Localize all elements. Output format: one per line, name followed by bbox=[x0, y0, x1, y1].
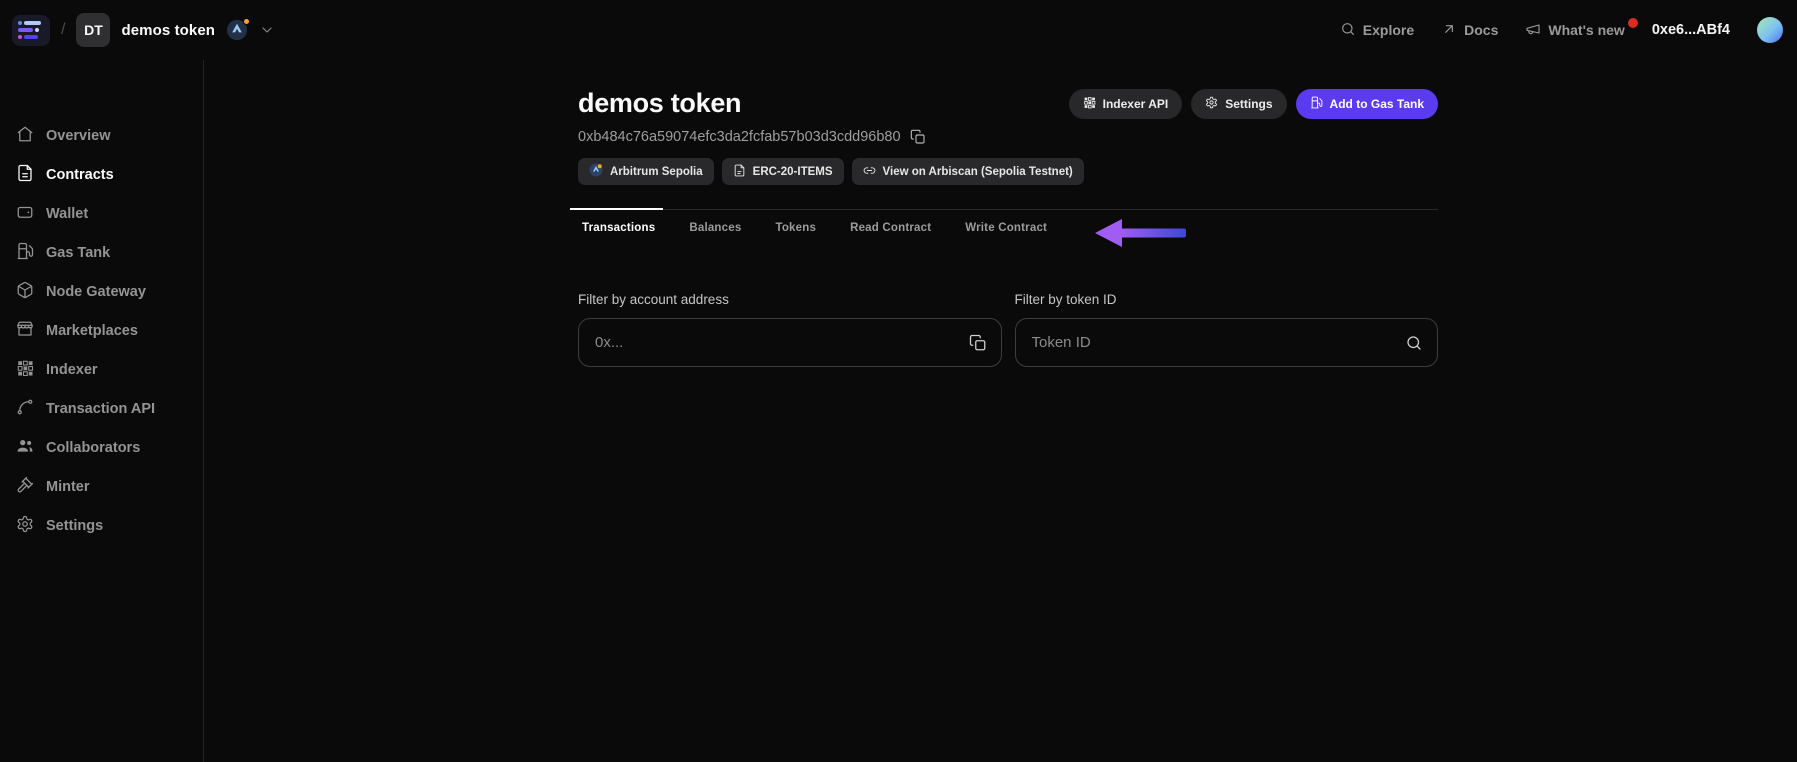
nav-whats-new-label: What's new bbox=[1548, 22, 1625, 38]
settings-button[interactable]: Settings bbox=[1191, 88, 1287, 119]
tab-read-contract[interactable]: Read Contract bbox=[846, 210, 935, 234]
settings-button-label: Settings bbox=[1225, 96, 1273, 111]
account-address-filter: Filter by account address bbox=[578, 292, 1002, 367]
sidebar-item-label: Node Gateway bbox=[46, 283, 146, 300]
project-name: demos token bbox=[121, 21, 216, 39]
gear-icon bbox=[1205, 96, 1218, 112]
tab-tokens[interactable]: Tokens bbox=[771, 210, 820, 234]
network-status-dot bbox=[243, 18, 251, 25]
sidebar-item-collaborators[interactable]: Collaborators bbox=[0, 428, 203, 467]
page-title: demos token bbox=[578, 88, 742, 118]
cube-icon bbox=[16, 281, 34, 303]
sidebar-item-marketplaces[interactable]: Marketplaces bbox=[0, 311, 203, 350]
file-icon bbox=[733, 164, 746, 180]
topbar: / DT demos token Explore Docs What's new… bbox=[0, 0, 1797, 60]
account-address-filter-label: Filter by account address bbox=[578, 292, 729, 307]
arbitrum-network-icon bbox=[226, 18, 251, 41]
indexer-api-button-label: Indexer API bbox=[1102, 96, 1169, 111]
token-id-input[interactable] bbox=[1014, 318, 1438, 367]
add-to-gas-tank-button[interactable]: Add to Gas Tank bbox=[1295, 88, 1438, 119]
grid-icon bbox=[1083, 96, 1096, 112]
gavel-icon bbox=[16, 476, 34, 498]
add-to-gas-tank-button-label: Add to Gas Tank bbox=[1329, 96, 1424, 111]
sidebar-item-label: Transaction API bbox=[46, 400, 156, 417]
nav-docs-label: Docs bbox=[1464, 22, 1499, 38]
sidebar-item-wallet[interactable]: Wallet bbox=[0, 194, 203, 233]
nav-explore[interactable]: Explore bbox=[1340, 21, 1414, 40]
arbitrum-network-icon bbox=[589, 163, 603, 180]
network-badge[interactable]: Arbitrum Sepolia bbox=[578, 158, 714, 185]
sidebar: Overview Contracts Wallet Gas Tank Node … bbox=[0, 60, 204, 762]
account-address-input[interactable] bbox=[578, 318, 1002, 367]
external-link-icon bbox=[1441, 21, 1457, 40]
grid-icon bbox=[16, 359, 34, 381]
sidebar-item-label: Wallet bbox=[46, 205, 89, 222]
copy-icon[interactable] bbox=[910, 129, 926, 145]
sidebar-item-label: Contracts bbox=[46, 166, 114, 183]
tab-balances[interactable]: Balances bbox=[685, 210, 745, 234]
fuel-icon bbox=[16, 242, 34, 264]
token-id-filter: Filter by token ID bbox=[1014, 292, 1438, 367]
pointer-arrow-icon bbox=[1095, 219, 1187, 252]
network-badge-label: Arbitrum Sepolia bbox=[610, 165, 703, 178]
nav-whats-new[interactable]: What's new bbox=[1525, 17, 1638, 40]
sidebar-item-gas-tank[interactable]: Gas Tank bbox=[0, 233, 203, 272]
sidebar-item-minter[interactable]: Minter bbox=[0, 467, 203, 506]
megaphone-icon bbox=[1525, 21, 1541, 40]
topbar-nav: Explore Docs What's new 0xe6...ABf4 bbox=[1340, 17, 1783, 43]
unread-notification-dot bbox=[1627, 17, 1638, 28]
sidebar-item-label: Gas Tank bbox=[46, 244, 111, 261]
main-panel: demos token Indexer API Settings Add to … bbox=[204, 60, 1797, 762]
sidebar-item-label: Settings bbox=[46, 517, 104, 534]
home-icon bbox=[16, 125, 34, 147]
sidebar-item-transaction-api[interactable]: Transaction API bbox=[0, 389, 203, 428]
spline-icon bbox=[16, 398, 34, 420]
search-icon bbox=[1340, 21, 1356, 40]
explorer-link-badge-label: View on Arbiscan (Sepolia Testnet) bbox=[882, 165, 1073, 178]
sidebar-item-label: Collaborators bbox=[46, 439, 141, 456]
link-icon bbox=[863, 164, 876, 180]
sidebar-item-contracts[interactable]: Contracts bbox=[0, 155, 203, 194]
users-icon bbox=[16, 437, 34, 459]
contract-type-badge[interactable]: ERC-20-ITEMS bbox=[721, 158, 844, 185]
sidebar-item-settings[interactable]: Settings bbox=[0, 506, 203, 545]
breadcrumb-separator: / bbox=[61, 21, 66, 38]
contract-type-badge-label: ERC-20-ITEMS bbox=[752, 165, 833, 178]
tab-write-contract[interactable]: Write Contract bbox=[961, 210, 1051, 234]
wallet-icon bbox=[16, 203, 34, 225]
user-avatar[interactable] bbox=[1757, 17, 1783, 43]
tab-transactions[interactable]: Transactions bbox=[569, 208, 664, 234]
token-id-filter-label: Filter by token ID bbox=[1014, 292, 1117, 307]
project-switcher-chevron-down-icon[interactable] bbox=[259, 22, 275, 38]
sidebar-item-indexer[interactable]: Indexer bbox=[0, 350, 203, 389]
sidebar-item-overview[interactable]: Overview bbox=[0, 116, 203, 155]
sidebar-item-label: Marketplaces bbox=[46, 322, 138, 339]
search-icon[interactable] bbox=[1405, 334, 1423, 352]
nav-docs[interactable]: Docs bbox=[1441, 21, 1498, 40]
wallet-address[interactable]: 0xe6...ABf4 bbox=[1652, 22, 1730, 38]
explorer-link-badge[interactable]: View on Arbiscan (Sepolia Testnet) bbox=[851, 158, 1084, 185]
app-logo-icon[interactable] bbox=[12, 14, 50, 46]
header-actions: Indexer API Settings Add to Gas Tank bbox=[1068, 88, 1438, 119]
contract-tabs: Transactions Balances Tokens Read Contra… bbox=[569, 208, 1438, 252]
contract-icon bbox=[16, 164, 34, 186]
project-avatar[interactable]: DT bbox=[76, 13, 111, 47]
sidebar-item-node-gateway[interactable]: Node Gateway bbox=[0, 272, 203, 311]
storefront-icon bbox=[16, 320, 34, 342]
breadcrumb: / DT demos token bbox=[12, 13, 275, 47]
copy-icon[interactable] bbox=[969, 334, 987, 352]
contract-address: 0xb484c76a59074efc3da2fcfab57b03d3cdd96b… bbox=[578, 129, 901, 145]
fuel-icon bbox=[1310, 96, 1323, 112]
sidebar-item-label: Minter bbox=[46, 478, 90, 495]
indexer-api-button[interactable]: Indexer API bbox=[1068, 88, 1183, 119]
gear-icon bbox=[16, 515, 34, 537]
sidebar-item-label: Indexer bbox=[46, 361, 98, 378]
nav-explore-label: Explore bbox=[1362, 22, 1415, 38]
sidebar-item-label: Overview bbox=[46, 127, 111, 144]
